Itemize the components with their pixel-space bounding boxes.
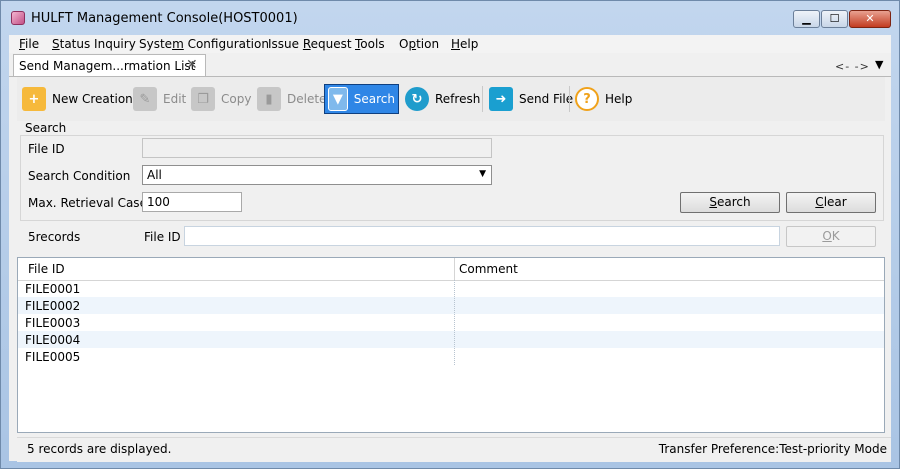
search-condition-value: All (147, 168, 162, 182)
column-divider (454, 280, 455, 365)
filter-file-id-input[interactable] (184, 226, 780, 246)
column-header-comment[interactable]: Comment (459, 262, 518, 276)
table-row[interactable]: FILE0004 (18, 331, 884, 348)
records-count: 5records (28, 230, 81, 244)
refresh-button[interactable]: ↻ Refresh (402, 84, 483, 114)
client-area: Send Managem...rmation List ✕ <- -> ▼ + … (9, 53, 891, 462)
app-icon (11, 11, 25, 25)
toolbar-separator (482, 86, 483, 112)
cell-file-id: FILE0004 (25, 333, 81, 347)
cell-file-id: FILE0005 (25, 350, 81, 364)
trash-icon: ▮ (257, 87, 281, 111)
table-row[interactable]: FILE0002 (18, 297, 884, 314)
help-icon: ? (575, 87, 599, 111)
menu-tools[interactable]: Tools (355, 37, 385, 51)
cell-file-id: FILE0002 (25, 299, 81, 313)
edit-icon: ✎ (133, 87, 157, 111)
search-condition-select[interactable]: All ▼ (142, 165, 492, 185)
window-title: HULFT Management Console(HOST0001) (31, 11, 298, 26)
copy-icon: ❐ (191, 87, 215, 111)
table-row[interactable]: FILE0001 (18, 280, 884, 297)
file-table: File ID Comment FILE0001 FILE0002 FILE00… (17, 257, 885, 433)
minimize-button[interactable]: ▁ (793, 10, 820, 28)
cell-file-id: FILE0003 (25, 316, 81, 330)
tab-list-menu-icon[interactable]: ▼ (875, 58, 883, 71)
maximize-button[interactable]: ☐ (821, 10, 848, 28)
tab-send-management-information-list[interactable]: Send Managem...rmation List ✕ (13, 54, 206, 76)
send-file-button[interactable]: ➜ Send File (486, 84, 576, 114)
search-button[interactable]: Search (680, 192, 780, 213)
status-transfer-preference: Transfer Preference:Test-priority Mode (658, 442, 887, 456)
refresh-icon: ↻ (405, 87, 429, 111)
menu-help[interactable]: Help (451, 37, 478, 51)
table-row[interactable]: FILE0005 (18, 348, 884, 365)
help-button[interactable]: ? Help (572, 84, 635, 114)
title-bar[interactable]: HULFT Management Console(HOST0001) ▁ ☐ ✕ (1, 1, 899, 35)
delete-button[interactable]: ▮ Delete (254, 84, 329, 114)
tab-label: Send Managem...rmation List (19, 59, 196, 73)
search-toggle-button[interactable]: ▼ Search (324, 84, 399, 114)
copy-button[interactable]: ❐ Copy (188, 84, 254, 114)
table-row[interactable]: FILE0003 (18, 314, 884, 331)
status-records-displayed: 5 records are displayed. (27, 442, 172, 456)
menu-file[interactable]: File (19, 37, 39, 51)
menu-system-configuration[interactable]: System Configuration (139, 37, 269, 51)
menu-status-inquiry[interactable]: Status Inquiry (52, 37, 136, 51)
menu-option[interactable]: Option (399, 37, 439, 51)
status-bar: 5 records are displayed. Transfer Prefer… (17, 437, 891, 462)
toolbar-separator (569, 86, 570, 112)
chevron-down-icon: ▼ (479, 169, 486, 179)
new-document-icon: + (22, 87, 46, 111)
file-id-input[interactable] (142, 138, 492, 158)
max-retrieval-cases-label: Max. Retrieval Cases (28, 196, 154, 210)
column-header-file-id[interactable]: File ID (28, 262, 65, 276)
ok-button[interactable]: OK (786, 226, 876, 247)
tab-navigation-arrows[interactable]: <- -> (835, 60, 870, 73)
cell-file-id: FILE0001 (25, 282, 81, 296)
menu-bar: File Status Inquiry System Configuration… (9, 35, 891, 53)
tab-close-icon[interactable]: ✕ (186, 57, 198, 73)
search-group-legend: Search (22, 121, 70, 135)
edit-button[interactable]: ✎ Edit (130, 84, 189, 114)
filter-file-id-label: File ID (144, 230, 181, 244)
toolbar: + New Creation ✎ Edit ❐ Copy ▮ Delete ▼ … (17, 77, 885, 121)
main-window: HULFT Management Console(HOST0001) ▁ ☐ ✕… (0, 0, 900, 469)
menu-issue-request[interactable]: Issue Request (268, 37, 352, 51)
file-id-label: File ID (28, 142, 65, 156)
close-button[interactable]: ✕ (849, 10, 891, 28)
table-header: File ID Comment (18, 258, 884, 281)
new-creation-button[interactable]: + New Creation (19, 84, 136, 114)
search-condition-label: Search Condition (28, 169, 131, 183)
max-retrieval-cases-input[interactable] (142, 192, 242, 212)
send-file-icon: ➜ (489, 87, 513, 111)
filter-icon: ▼ (328, 87, 348, 111)
column-separator[interactable] (454, 258, 455, 280)
clear-button[interactable]: Clear (786, 192, 876, 213)
